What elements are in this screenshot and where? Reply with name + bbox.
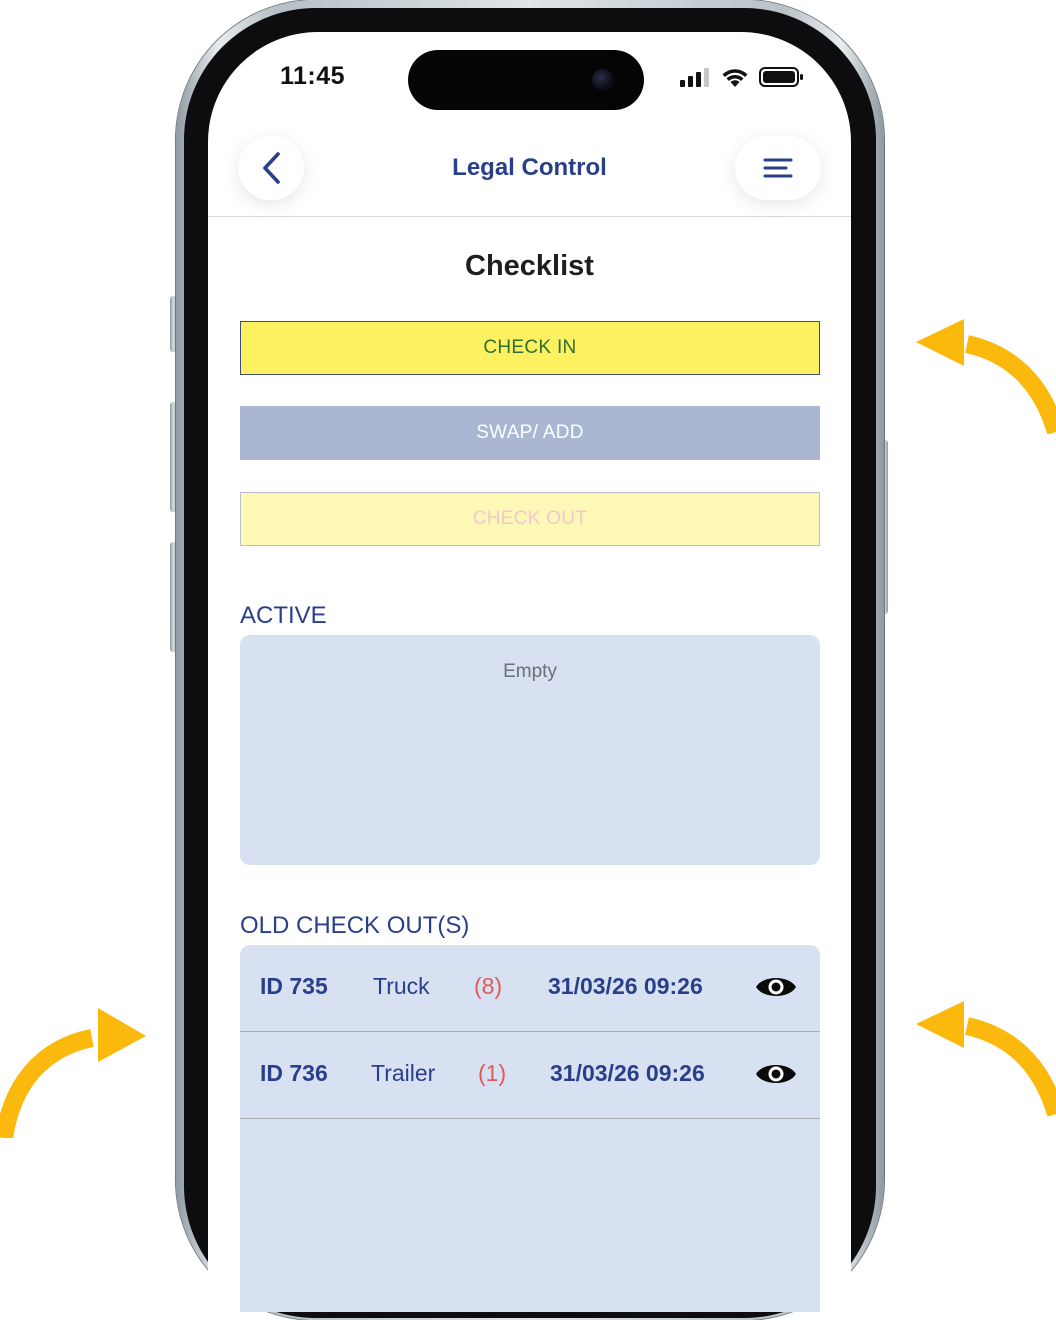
check-out-button[interactable]: CHECK OUT (240, 492, 820, 546)
dynamic-island (408, 50, 644, 110)
battery-icon (759, 67, 803, 87)
checkout-id: ID 735 (260, 973, 328, 999)
checkout-count: (8) (474, 973, 503, 999)
old-checkouts-section-label: OLD CHECK OUT(S) (240, 912, 470, 939)
app-header: Legal Control (208, 128, 851, 217)
phone-screen: 11:45 Legal Control Checklist CHECK IN S… (208, 32, 851, 1312)
menu-icon (763, 158, 793, 178)
curved-arrow-icon (916, 319, 1056, 434)
checkout-vehicle-type: Truck (373, 973, 430, 999)
checkout-datetime: 31/03/26 09:26 (548, 973, 703, 999)
page-title: Checklist (465, 250, 594, 282)
wifi-icon (722, 69, 748, 87)
swap-add-button[interactable]: SWAP/ ADD (240, 406, 820, 460)
checkout-datetime: 31/03/26 09:26 (550, 1060, 705, 1086)
curved-arrow-icon (916, 1001, 1056, 1116)
checkout-vehicle-type: Trailer (371, 1060, 436, 1086)
active-list-panel: Empty (240, 635, 820, 865)
checkout-id: ID 736 (260, 1060, 328, 1086)
eye-icon[interactable] (754, 969, 798, 1005)
table-row[interactable]: ID 736 Trailer (1) 31/03/26 09:26 (240, 1032, 820, 1119)
front-camera-icon (592, 69, 614, 91)
curved-arrow-icon (0, 1008, 146, 1138)
eye-icon[interactable] (754, 1056, 798, 1092)
old-checkouts-list-panel: ID 735 Truck (8) 31/03/26 09:26 ID 736 T… (240, 945, 820, 1312)
empty-state-text: Empty (503, 661, 557, 682)
cellular-signal-icon (680, 68, 709, 87)
status-icons (679, 66, 805, 88)
checkout-count: (1) (478, 1060, 507, 1086)
status-time: 11:45 (280, 62, 346, 90)
table-row[interactable]: ID 735 Truck (8) 31/03/26 09:26 (240, 945, 820, 1032)
check-in-button[interactable]: CHECK IN (240, 321, 820, 375)
active-section-label: ACTIVE (240, 602, 327, 629)
menu-button[interactable] (735, 136, 821, 200)
